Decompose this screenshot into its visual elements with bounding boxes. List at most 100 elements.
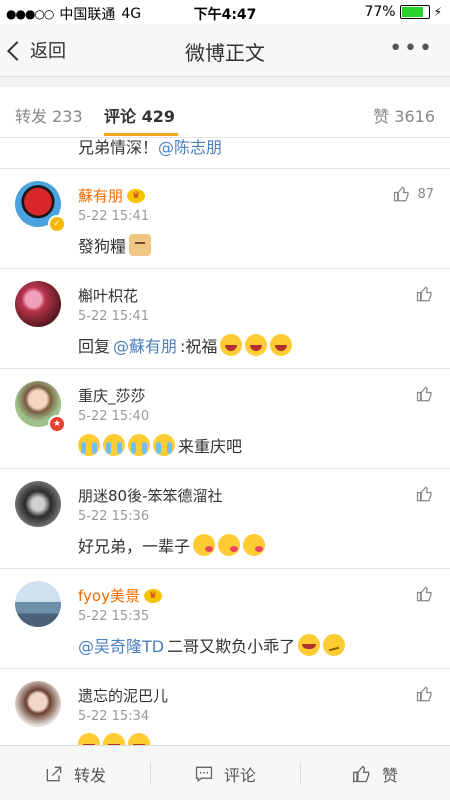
section-gap <box>0 77 450 87</box>
thumbs-up-icon <box>416 486 432 502</box>
status-right: 77% ⚡ <box>364 4 442 20</box>
like-button[interactable]: 87 <box>393 185 434 203</box>
laugh-emoji-icon <box>270 334 293 356</box>
comment-author-name: 遗忘的泥巴儿 <box>78 687 169 705</box>
thumbs-up-icon <box>416 286 432 302</box>
avatar[interactable] <box>15 481 61 527</box>
avatar[interactable] <box>15 281 61 327</box>
partial-comment-mention[interactable]: @陈志朋 <box>158 138 222 157</box>
kiss-emoji-icon <box>243 534 266 556</box>
avatar[interactable] <box>15 681 61 727</box>
comment-item[interactable]: ★ 重庆_莎莎 5-22 15:40 来重庆吧 <box>0 369 450 469</box>
crying-emoji-icon <box>103 434 125 456</box>
comment-list: 兄弟情深！@陈志朋 ✓ 蘇有朋 ♛ 5-22 15:41 發狗糧 87 槲叶枳花… <box>0 138 450 746</box>
thumbs-up-icon <box>394 186 410 202</box>
thinking-emoji-icon <box>323 634 346 656</box>
comment-author[interactable]: fyoy美景 ♛ <box>78 585 162 606</box>
comment-item[interactable]: 朋迷80後-笨笨德溜社 5-22 15:36 好兄弟，一辈子 <box>0 469 450 569</box>
comment-text-before: 回复 <box>78 337 111 356</box>
comment-author-name: 重庆_莎莎 <box>78 387 146 405</box>
comment-author-name: fyoy美景 <box>78 587 140 605</box>
comment-text-after: 来重庆吧 <box>178 437 243 456</box>
comment-time: 5-22 15:35 <box>78 609 150 624</box>
comment-label: 评论 <box>224 766 257 785</box>
comment-text-after: 二哥又欺负小乖了 <box>167 637 296 656</box>
divider <box>150 762 151 784</box>
repost-label: 转发 <box>74 766 107 785</box>
laugh-emoji-icon <box>245 334 268 356</box>
like-button[interactable] <box>416 385 434 403</box>
comment-mention[interactable]: @蘇有朋 <box>113 333 177 357</box>
comment-author-name: 朋迷80後-笨笨德溜社 <box>78 487 223 505</box>
comment-author-name: 蘇有朋 <box>78 187 124 205</box>
comment-time: 5-22 15:34 <box>78 709 150 724</box>
more-button[interactable]: ••• <box>389 36 434 61</box>
thumbs-up-icon <box>416 386 432 402</box>
nav-bar: 返回 微博正文 ••• <box>0 24 450 77</box>
comment-author[interactable]: 朋迷80後-笨笨德溜社 <box>78 485 223 506</box>
comment-item[interactable]: ✓ 蘇有朋 ♛ 5-22 15:41 發狗糧 87 <box>0 169 450 269</box>
like-button[interactable] <box>416 485 434 503</box>
laugh-emoji-icon <box>220 334 243 356</box>
avatar[interactable] <box>15 581 61 627</box>
comment-text: 發狗糧 <box>78 233 152 257</box>
tab-like[interactable]: 赞 3616 <box>373 103 435 127</box>
like-button[interactable] <box>416 685 434 703</box>
star-badge-icon: ★ <box>48 415 66 433</box>
comment-author[interactable]: 槲叶枳花 <box>78 285 138 306</box>
comment-item[interactable]: 槲叶枳花 5-22 15:41 回复 @蘇有朋 :祝福 <box>0 269 450 369</box>
crying-emoji-icon <box>78 434 100 456</box>
thumbs-up-icon <box>416 686 432 702</box>
comment-icon <box>195 766 213 782</box>
comment-text: @吴奇隆TD 二哥又欺负小乖了 <box>78 633 346 657</box>
tears-of-joy-emoji-icon <box>298 634 321 656</box>
battery-fill <box>401 7 424 17</box>
partial-comment-text: 兄弟情深！ <box>78 138 159 157</box>
comment-text-before: 發狗糧 <box>78 237 127 256</box>
page-title: 微博正文 <box>185 41 265 65</box>
battery-icon <box>399 5 430 19</box>
comment-time: 5-22 15:41 <box>78 309 150 324</box>
kiss-emoji-icon <box>193 534 216 556</box>
comment-mention[interactable]: @吴奇隆TD <box>78 633 164 657</box>
kiss-emoji-icon <box>218 534 241 556</box>
like-button[interactable] <box>416 285 434 303</box>
comment-author[interactable]: 重庆_莎莎 <box>78 385 146 406</box>
thumbs-up-icon <box>353 765 370 783</box>
comment-author[interactable]: 蘇有朋 ♛ <box>78 185 146 206</box>
comment-text-after: :祝福 <box>180 337 218 356</box>
tab-bar: 转发 233 评论 429 赞 3616 <box>0 87 450 138</box>
comment-author-name: 槲叶枳花 <box>78 287 139 305</box>
comment-text: 好兄弟，一辈子 <box>78 533 266 557</box>
vip-crown-icon: ♛ <box>127 188 146 203</box>
status-bar: ●●●○○ 中国联通 4G 下午4:47 77% ⚡ <box>0 0 450 24</box>
doge-emoji-icon <box>129 234 152 256</box>
crying-emoji-icon <box>128 434 150 456</box>
partial-comment[interactable]: 兄弟情深！@陈志朋 <box>0 138 450 169</box>
battery-percent: 77% <box>364 4 396 20</box>
like-button[interactable] <box>416 585 434 603</box>
vip-crown-icon: ♛ <box>143 588 162 603</box>
comment-time: 5-22 15:36 <box>78 509 150 524</box>
share-icon <box>46 766 62 782</box>
divider <box>300 762 301 784</box>
charging-icon: ⚡ <box>433 5 442 19</box>
comment-time: 5-22 15:41 <box>78 209 150 224</box>
comment-item[interactable]: 遗忘的泥巴儿 5-22 15:34 <box>0 669 450 746</box>
active-tab-indicator <box>104 133 178 136</box>
comment-text-before: 好兄弟，一辈子 <box>78 537 191 556</box>
like-label: 赞 <box>382 766 399 785</box>
comment-button[interactable]: 评论 <box>194 762 256 786</box>
tab-repost[interactable]: 转发 233 <box>15 103 83 127</box>
like-post-button[interactable]: 赞 <box>352 762 398 786</box>
comment-text: 回复 @蘇有朋 :祝福 <box>78 333 293 357</box>
comment-author[interactable]: 遗忘的泥巴儿 <box>78 685 168 706</box>
repost-button[interactable]: 转发 <box>44 762 106 786</box>
comment-time: 5-22 15:40 <box>78 409 150 424</box>
bottom-action-bar: 转发 评论 赞 <box>0 745 450 800</box>
tab-comment[interactable]: 评论 429 <box>104 103 175 127</box>
comment-text: 来重庆吧 <box>78 433 242 457</box>
comment-item[interactable]: fyoy美景 ♛ 5-22 15:35 @吴奇隆TD 二哥又欺负小乖了 <box>0 569 450 669</box>
crying-emoji-icon <box>153 434 175 456</box>
verified-badge-icon: ✓ <box>48 215 66 233</box>
